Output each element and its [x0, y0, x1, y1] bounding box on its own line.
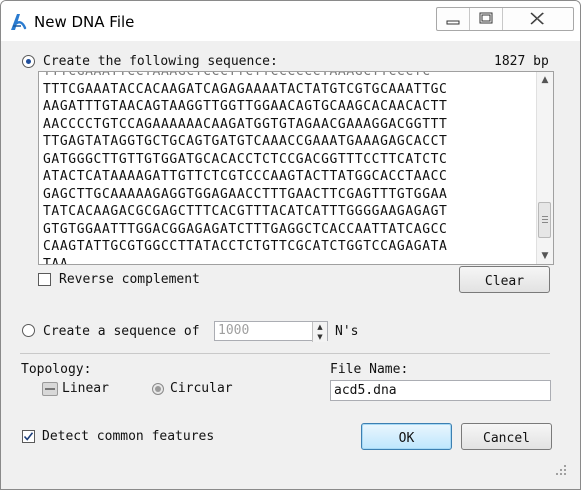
- dialog-body: Create the following sequence: 1827 bp T…: [8, 41, 573, 481]
- spin-up-icon[interactable]: ▲: [313, 322, 327, 332]
- sequence-line: AACCCCTGTCCAGAAAAAACAAGATGGTGTAGAACGAAAG…: [43, 116, 448, 132]
- topology-label: Topology:: [21, 362, 92, 377]
- sequence-line: TAA: [43, 256, 69, 265]
- sequence-line-partial: TTTCGAAATTCCTAAAGCTCCCTTCTTCCCCCCTAAAGCT…: [43, 71, 431, 79]
- ok-button-label: OK: [398, 431, 415, 446]
- file-name-value: acd5.dna: [334, 383, 397, 398]
- reverse-complement-checkbox[interactable]: [38, 273, 51, 286]
- resize-grip-icon[interactable]: [555, 464, 567, 476]
- sequence-scrollbar[interactable]: ▲ ▼: [536, 72, 553, 264]
- sequence-line: AAGATTTGTAACAGTAAGGTTGGTTGGAACAGTGCAAGCA…: [43, 99, 448, 114]
- checkmark-icon: [23, 432, 34, 441]
- sequence-line: GAGCTTGCAAAAAGAGGTGGAGAACCTTTGAACTTCGAGT…: [43, 186, 448, 202]
- file-name-input[interactable]: acd5.dna: [330, 380, 551, 401]
- sequence-line: ATACTCATAAAAGATTGTTCTCGTCCCAAGTACTTATGGC…: [43, 169, 448, 184]
- sequence-line: GTGTGGAATTTGGACGGAGAGATCTTTGAGGCTCACCAAT…: [43, 221, 448, 237]
- minimize-icon: [446, 20, 460, 25]
- n-count-spinner[interactable]: ▲ ▼: [312, 322, 327, 342]
- clear-button[interactable]: Clear: [459, 266, 550, 293]
- circular-topology-icon[interactable]: [152, 383, 164, 395]
- n-count-input[interactable]: 1000 ▲ ▼: [214, 321, 328, 342]
- n-count-value: 1000: [218, 323, 250, 338]
- create-sequence-label: Create the following sequence:: [43, 54, 278, 69]
- file-name-label: File Name:: [330, 362, 409, 377]
- create-ns-radio[interactable]: [22, 324, 35, 337]
- circular-label[interactable]: Circular: [170, 381, 233, 396]
- sequence-line: GATGGGCTTGTTGTGGATGCACACCTCTCCGACGGTTTCC…: [43, 151, 448, 167]
- sequence-line: TTGAGTATAGGTGCTGCAGTGATGTCAAACCGAAATGAAA…: [43, 134, 448, 149]
- app-logo-icon: [7, 11, 29, 33]
- close-icon: [530, 12, 545, 25]
- sequence-line: TATCACAAGACGCGAGCTTTCACGTTTACATCATTTGGGG…: [43, 204, 448, 219]
- window-title: New DNA File: [34, 13, 135, 31]
- divider: [20, 353, 550, 354]
- sequence-length: 1827 bp: [494, 54, 549, 69]
- sequence-line: TTTCGAAATACCACAAGATCAGAGAAAATACTATGTCGTG…: [43, 81, 448, 97]
- minimize-button[interactable]: [437, 8, 470, 30]
- dialog-window: New DNA File Create the following sequen…: [0, 0, 581, 490]
- create-sequence-radio[interactable]: [22, 55, 35, 68]
- maximize-icon: [479, 12, 493, 24]
- scroll-up-arrow-icon[interactable]: ▲: [537, 72, 553, 88]
- scrollbar-thumb[interactable]: [538, 202, 551, 238]
- title-bar[interactable]: New DNA File: [1, 1, 580, 41]
- cancel-button-label: Cancel: [483, 431, 530, 446]
- detect-features-label: Detect common features: [42, 429, 215, 444]
- close-button[interactable]: [503, 8, 573, 30]
- sequence-textarea[interactable]: TTTCGAAATTCCTAAAGCTCCCTTCTTCCCCCCTAAAGCT…: [38, 71, 554, 265]
- reverse-complement-label: Reverse complement: [59, 272, 200, 287]
- linear-label[interactable]: Linear: [62, 381, 109, 396]
- n-suffix-label: N's: [335, 324, 359, 339]
- sequence-text: TTTCGAAATTCCTAAAGCTCCCTTCTTCCCCCCTAAAGCT…: [43, 71, 448, 265]
- clear-button-label: Clear: [484, 274, 525, 289]
- maximize-button[interactable]: [470, 8, 503, 30]
- scroll-down-arrow-icon[interactable]: ▼: [537, 248, 553, 264]
- sequence-line: CAAGTATTGCGTGGCCTTATACCTCTGTTCGCATCTGGTC…: [43, 239, 448, 254]
- linear-topology-icon[interactable]: [42, 382, 58, 396]
- cancel-button[interactable]: Cancel: [461, 423, 552, 450]
- window-controls: [436, 7, 574, 31]
- create-ns-label: Create a sequence of: [43, 324, 200, 339]
- spin-down-icon[interactable]: ▼: [313, 332, 327, 342]
- detect-features-checkbox[interactable]: [22, 430, 35, 443]
- ok-button[interactable]: OK: [361, 423, 452, 450]
